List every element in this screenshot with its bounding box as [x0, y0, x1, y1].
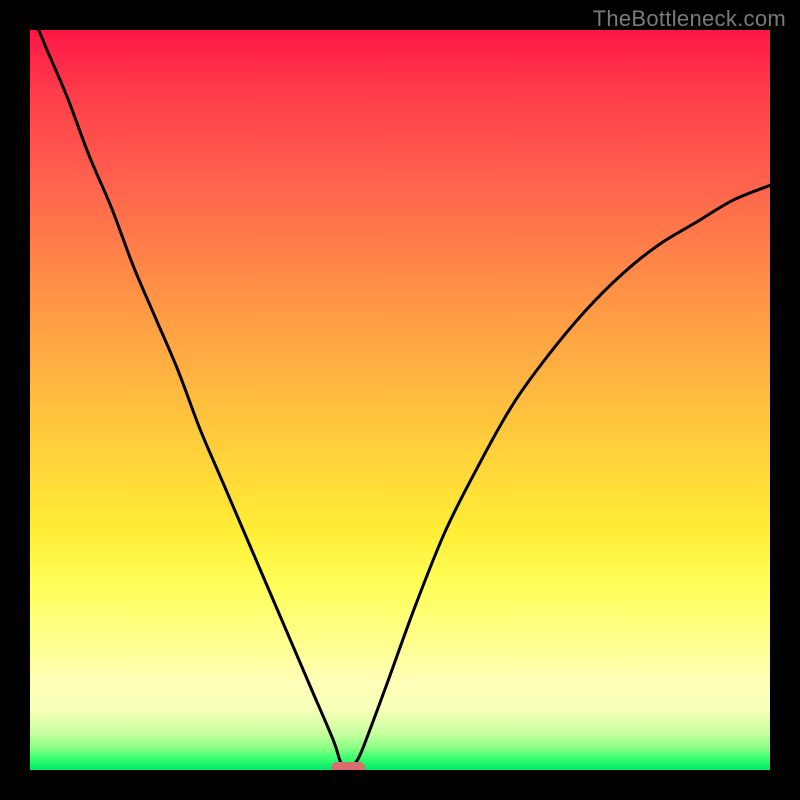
curve-svg	[30, 30, 770, 770]
chart-container: TheBottleneck.com	[0, 0, 800, 800]
bottleneck-curve	[30, 30, 770, 770]
plot-area	[30, 30, 770, 770]
minimum-marker	[331, 762, 365, 770]
watermark-text: TheBottleneck.com	[593, 6, 786, 32]
